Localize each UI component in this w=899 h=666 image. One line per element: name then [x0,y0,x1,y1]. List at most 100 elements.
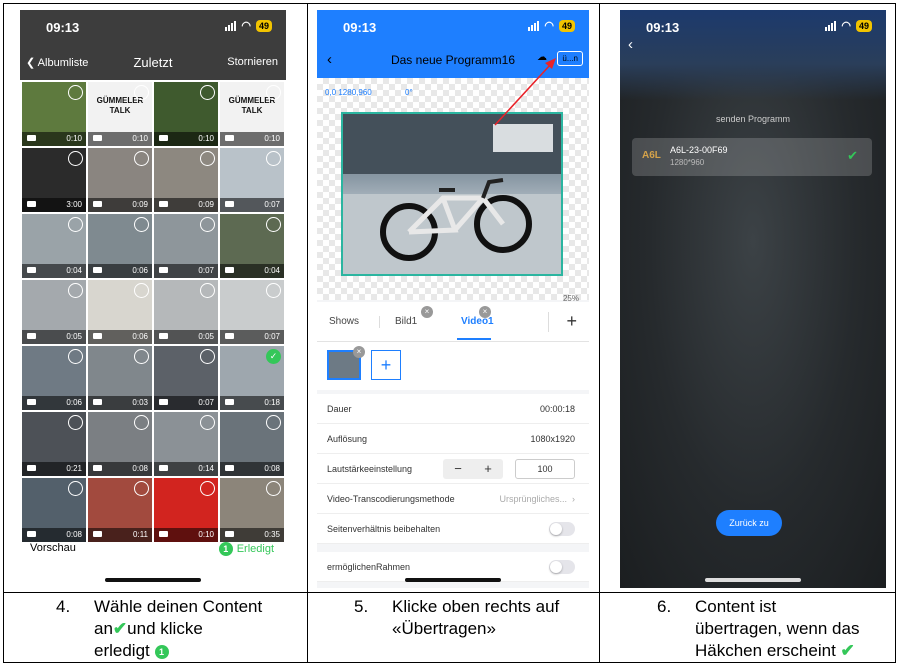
minus-button[interactable]: − [443,459,473,479]
media-thumbnail[interactable]: 0:04 [220,214,284,278]
media-thumbnail[interactable]: 0:10 [154,478,218,542]
frame-toggle[interactable] [549,560,575,574]
property-row[interactable]: Video-Transcodierungsmethode Ursprünglic… [317,484,589,514]
preview-button[interactable]: Vorschau [30,542,76,554]
select-circle-icon[interactable] [266,415,281,430]
select-circle-icon[interactable] [68,283,83,298]
select-circle-icon[interactable] [68,481,83,496]
select-circle-icon[interactable] [134,349,149,364]
media-thumbnail[interactable]: 0:06 [88,214,152,278]
media-thumbnail[interactable]: 0:05 [154,280,218,344]
clip-strip: × + [317,342,589,390]
back-chevron-icon[interactable]: ‹ [628,36,633,53]
select-circle-icon[interactable] [134,85,149,100]
back-button[interactable]: Zurück zu [716,510,782,536]
video-duration: 0:06 [66,398,82,407]
select-circle-icon[interactable] [200,85,215,100]
select-circle-icon[interactable] [266,151,281,166]
aspect-ratio-toggle[interactable] [549,522,575,536]
select-circle-icon[interactable] [266,283,281,298]
select-circle-icon[interactable] [266,85,281,100]
media-thumbnail[interactable]: GÜMMELER TALK 0:10 [88,82,152,146]
select-circle-icon[interactable] [134,217,149,232]
media-thumbnail[interactable]: 0:21 [22,412,86,476]
tab-bild1[interactable]: Bild1 [395,316,417,327]
media-thumbnail[interactable]: 0:09 [88,148,152,212]
media-thumbnail[interactable]: 0:07 [154,214,218,278]
tab-video1[interactable]: Video1 [461,316,494,327]
wifi-icon: ◠ [841,20,851,32]
video-preview[interactable] [341,112,563,276]
media-thumbnail[interactable]: 0:07 [220,148,284,212]
select-circle-icon[interactable] [200,283,215,298]
frame-label: ermöglichenRahmen [327,562,411,572]
select-circle-icon[interactable] [134,415,149,430]
select-circle-icon[interactable] [68,85,83,100]
media-thumbnail[interactable]: GÜMMELER TALK 0:10 [220,82,284,146]
cancel-button[interactable]: Stornieren [227,56,278,68]
checkmark-icon: ✔ [847,148,858,163]
select-circle-icon[interactable] [200,217,215,232]
select-circle-icon[interactable] [134,151,149,166]
media-thumbnail[interactable]: 0:08 [22,478,86,542]
select-circle-icon[interactable] [68,349,83,364]
select-circle-icon[interactable] [68,415,83,430]
media-thumbnail[interactable]: 3:00 [22,148,86,212]
media-thumbnail[interactable]: 0:10 [22,82,86,146]
close-icon[interactable]: × [353,346,365,358]
done-button[interactable]: 1 Erledigt [218,542,274,556]
upload-button[interactable]: ü...n [557,51,583,66]
video-duration: 0:09 [198,200,214,209]
photo-picker-screen: 09:13 ◠ 49 ❮ Albumliste Zuletzt Stornier… [20,10,286,588]
select-circle-icon[interactable] [68,217,83,232]
media-thumbnail[interactable]: 0:06 [22,346,86,410]
select-circle-icon[interactable] [68,151,83,166]
video-camera-icon [225,465,234,471]
media-thumbnail[interactable]: 0:08 [220,412,284,476]
selected-check-icon[interactable]: ✓ [266,349,281,364]
signal-icon [825,20,837,31]
editor-canvas[interactable]: 0,0 1280,960 0° 25% [317,78,589,303]
select-circle-icon[interactable] [266,217,281,232]
device-list-item[interactable]: A6L A6L-23-00F69 1280*960 ✔ [632,138,872,176]
media-thumbnail[interactable]: 0:06 [88,280,152,344]
video-camera-icon [93,465,102,471]
media-thumbnail[interactable]: 0:05 [22,280,86,344]
number-badge-icon: 1 [154,644,169,659]
select-circle-icon[interactable] [266,481,281,496]
select-circle-icon[interactable] [200,415,215,430]
property-row: Auflösung 1080x1920 [317,424,589,454]
plus-button[interactable]: + [473,459,503,479]
media-thumbnail[interactable]: 0:10 [154,82,218,146]
device-resolution: 1280*960 [670,158,705,167]
cloud-icon[interactable]: ☁ [537,52,547,63]
volume-input[interactable]: 100 [515,459,575,479]
add-tab-button[interactable]: + [566,311,577,332]
media-thumbnail[interactable]: ✓ 0:18 [220,346,284,410]
media-thumbnail[interactable]: 0:04 [22,214,86,278]
select-circle-icon[interactable] [200,349,215,364]
select-circle-icon[interactable] [200,481,215,496]
media-thumbnail[interactable]: 0:07 [220,280,284,344]
media-thumbnail[interactable]: 0:11 [88,478,152,542]
close-icon[interactable]: × [421,306,433,318]
media-thumbnail[interactable]: 0:14 [154,412,218,476]
select-circle-icon[interactable] [200,151,215,166]
close-icon[interactable]: × [479,306,491,318]
video-camera-icon [159,465,168,471]
video-camera-icon [93,201,102,207]
video-duration: 0:05 [198,332,214,341]
video-duration: 0:10 [264,134,280,143]
media-thumbnail[interactable]: 0:03 [88,346,152,410]
media-thumbnail[interactable]: 0:08 [88,412,152,476]
column-divider [599,3,600,663]
media-thumbnail[interactable]: 0:07 [154,346,218,410]
select-circle-icon[interactable] [134,283,149,298]
add-clip-button[interactable]: + [371,350,401,380]
select-circle-icon[interactable] [134,481,149,496]
volume-stepper: − + [443,459,503,479]
media-thumbnail[interactable]: 0:09 [154,148,218,212]
video-duration: 0:14 [198,464,214,473]
tab-shows[interactable]: Shows [329,316,359,327]
media-thumbnail[interactable]: 0:35 [220,478,284,542]
